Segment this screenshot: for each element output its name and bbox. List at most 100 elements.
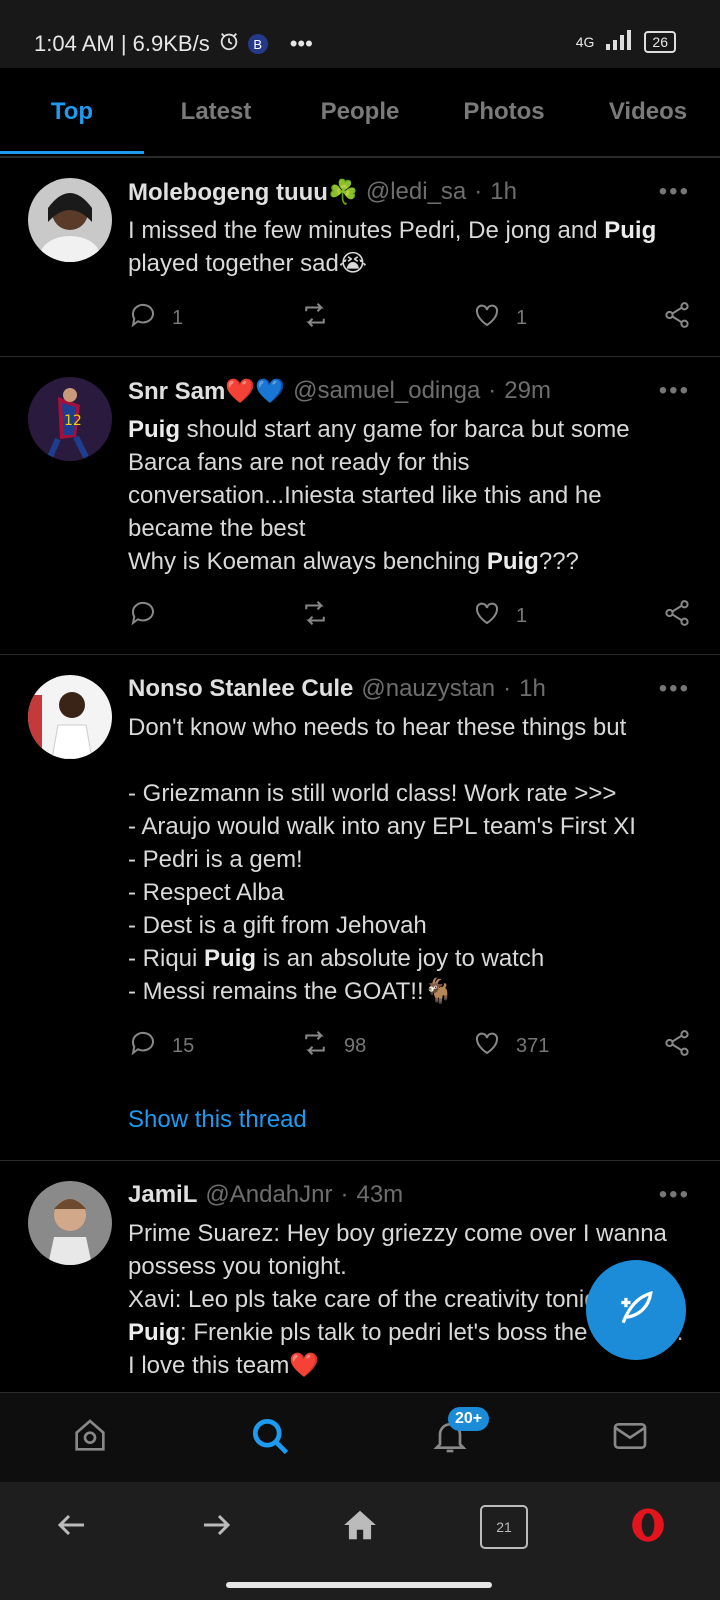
search-tabs: Top Latest People Photos Videos (0, 68, 720, 158)
reply-button[interactable]: 1 (128, 300, 300, 336)
like-button[interactable]: 1 (472, 300, 644, 336)
nav-notifications[interactable]: 20+ (360, 1393, 540, 1483)
nav-home[interactable] (0, 1393, 180, 1483)
share-button[interactable] (662, 300, 692, 336)
avatar[interactable] (28, 178, 112, 262)
browser-toolbar: 21 (0, 1482, 720, 1600)
tweet[interactable]: 12 Snr Sam❤️💙 @samuel_odinga · 29m ••• P… (0, 357, 720, 655)
network-label: 4G (575, 33, 595, 50)
reply-count: 1 (172, 306, 184, 329)
tweet-actions: 1 (128, 596, 692, 636)
author-name[interactable]: Nonso Stanlee Cule (128, 675, 353, 703)
arrow-right-icon (198, 1507, 234, 1548)
author-handle[interactable]: @nauzystan (361, 675, 495, 703)
tabs-icon: 21 (480, 1505, 528, 1549)
tweet-time: 43m (356, 1181, 404, 1208)
status-bar: 1:04 AM | 6.9KB/s B ••• 4G 26 (0, 0, 720, 68)
separator-dot: · (503, 675, 512, 702)
bottom-navigation: 20+ (0, 1392, 720, 1483)
like-count: 1 (516, 604, 528, 627)
arrow-left-icon (54, 1507, 90, 1548)
reply-icon (128, 598, 158, 634)
separator-dot: · (474, 178, 483, 205)
separator-dot: · (340, 1181, 349, 1208)
show-thread-link[interactable]: Show this thread (128, 1106, 692, 1134)
tweet[interactable]: Molebogeng tuuu☘️ @ledi_sa · 1h ••• I mi… (0, 158, 720, 357)
avatar[interactable] (28, 1181, 112, 1265)
retweet-button[interactable] (300, 598, 472, 634)
browser-forward-button[interactable] (144, 1482, 288, 1572)
signal-icon (606, 30, 632, 53)
browser-menu-button[interactable] (576, 1482, 720, 1572)
retweet-count: 98 (344, 1034, 367, 1057)
author-handle[interactable]: @AndahJnr (205, 1181, 332, 1209)
like-count: 1 (516, 306, 528, 329)
browser-back-button[interactable] (0, 1482, 144, 1572)
opera-logo-icon (629, 1506, 667, 1549)
share-icon (662, 598, 692, 634)
browser-tabs-button[interactable]: 21 (432, 1482, 576, 1572)
reply-button[interactable]: 15 (128, 1028, 300, 1064)
reply-count: 15 (172, 1034, 195, 1057)
tweet-time: 29m (504, 377, 551, 404)
tweet-time: 1h (519, 675, 546, 702)
avatar[interactable] (28, 675, 112, 759)
tab-videos[interactable]: Videos (576, 68, 720, 156)
nav-search[interactable] (180, 1393, 360, 1483)
like-button[interactable]: 371 (472, 1028, 644, 1064)
gesture-home-bar[interactable] (226, 1582, 492, 1588)
share-button[interactable] (662, 1028, 692, 1064)
home-icon (70, 1416, 110, 1461)
mail-icon (610, 1416, 650, 1461)
avatar[interactable]: 12 (28, 377, 112, 461)
alarm-icon (218, 30, 240, 58)
browser-home-button[interactable] (288, 1482, 432, 1572)
retweet-icon (300, 1028, 330, 1064)
more-options-icon[interactable]: ••• (659, 675, 690, 703)
author-name[interactable]: Snr Sam❤️💙 (128, 377, 285, 406)
tab-latest[interactable]: Latest (144, 68, 288, 156)
more-options-icon[interactable]: ••• (659, 1181, 690, 1209)
status-time: 1:04 AM | 6.9KB/s (34, 31, 210, 56)
tab-top[interactable]: Top (0, 68, 144, 156)
share-icon (662, 300, 692, 336)
retweet-button[interactable] (300, 300, 472, 336)
battery-icon: 26 (644, 30, 676, 53)
compose-feather-icon (614, 1286, 658, 1335)
more-options-icon[interactable]: ••• (659, 377, 690, 405)
author-handle[interactable]: @ledi_sa (366, 178, 466, 206)
tab-photos[interactable]: Photos (432, 68, 576, 156)
reply-icon (128, 300, 158, 336)
tab-count: 21 (496, 1519, 512, 1535)
heart-icon (472, 300, 502, 336)
reply-icon (128, 1028, 158, 1064)
heart-icon (472, 598, 502, 634)
retweet-icon (300, 598, 330, 634)
compose-tweet-button[interactable] (586, 1260, 686, 1360)
share-icon (662, 1028, 692, 1064)
author-name[interactable]: Molebogeng tuuu☘️ (128, 178, 358, 207)
reply-button[interactable] (128, 598, 300, 634)
retweet-button[interactable]: 98 (300, 1028, 472, 1064)
author-name[interactable]: JamiL (128, 1181, 197, 1209)
house-icon (341, 1506, 379, 1549)
search-icon (248, 1414, 292, 1463)
status-more: ••• (289, 31, 313, 56)
tweet-text: Puig should start any game for barca but… (128, 416, 630, 575)
notifications-badge: 20+ (448, 1407, 490, 1431)
author-handle[interactable]: @samuel_odinga (293, 377, 480, 405)
retweet-icon (300, 300, 330, 336)
nav-messages[interactable] (540, 1393, 720, 1483)
tweet-text: I missed the few minutes Pedri, De jong … (128, 217, 663, 277)
app-badge-icon: B (247, 34, 268, 54)
tweet-time: 1h (490, 178, 517, 205)
tweet-feed: Molebogeng tuuu☘️ @ledi_sa · 1h ••• I mi… (0, 158, 720, 1392)
more-options-icon[interactable]: ••• (659, 178, 690, 206)
tab-people[interactable]: People (288, 68, 432, 156)
tweet[interactable]: Nonso Stanlee Cule @nauzystan · 1h ••• D… (0, 655, 720, 1161)
heart-icon (472, 1028, 502, 1064)
like-button[interactable]: 1 (472, 598, 644, 634)
share-button[interactable] (662, 598, 692, 634)
tweet-actions: 1 1 (128, 298, 692, 338)
tweet-actions: 15 98 371 (128, 1026, 692, 1066)
